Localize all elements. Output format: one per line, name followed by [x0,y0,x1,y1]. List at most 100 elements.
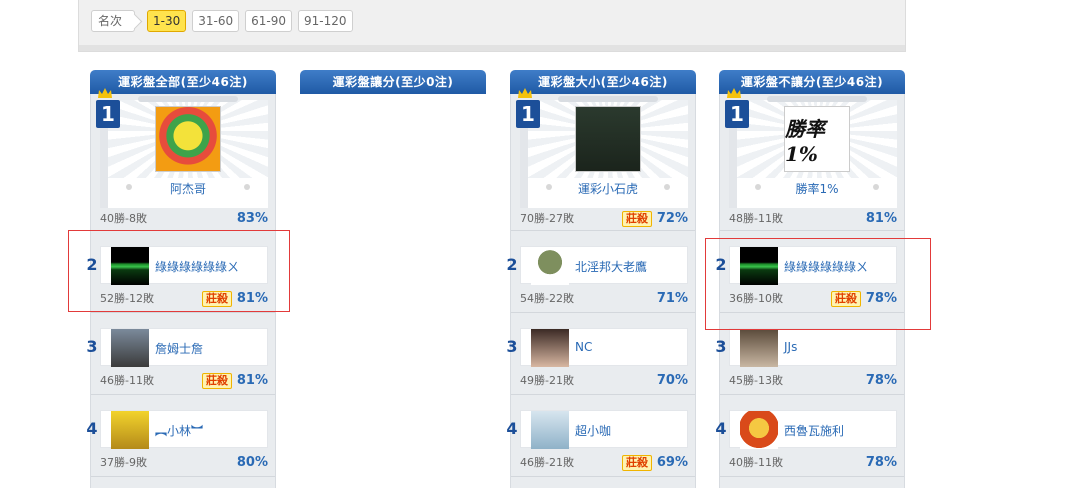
player-name[interactable]: 超小咖 [575,422,611,439]
player-name[interactable]: 運彩小石虎 [528,180,688,197]
player-stats: 45勝-13敗 78% [729,370,897,390]
rank-number: 4 [506,419,518,438]
divider [720,476,904,477]
player-stats: 54勝-22敗 71% [520,288,688,308]
player-stats: 46勝-11敗 莊殺 81% [100,370,268,390]
player-stats: 40勝-11敗 78% [729,452,897,472]
highlight-box [68,230,290,312]
banker-kill-badge: 莊殺 [622,455,652,471]
player-name[interactable]: 詹姆士詹 [155,340,203,357]
highlight-box [705,238,931,330]
leaderboard-page: 名次 1-30 31-60 61-90 91-120 運彩盤全部(至少46注) … [0,0,1080,488]
ranking-card[interactable]: 2 北淫邦大老鷹 [506,246,688,285]
column-title[interactable]: 運彩盤讓分(至少0注) [300,70,486,94]
rank-1-badge: 1 [96,100,120,128]
column-title[interactable]: 運彩盤大小(至少46注) [510,70,696,94]
divider [91,476,275,477]
win-rate: 72% [656,211,688,226]
avatar[interactable] [531,411,569,449]
avatar[interactable] [740,411,778,449]
player-name[interactable]: 勝率1% [737,180,897,197]
win-loss: 46勝-11敗 [100,374,154,387]
first-place-card[interactable]: 阿杰哥 1 [96,88,268,208]
win-rate: 78% [865,373,897,388]
player-stats: 48勝-11敗 81% [729,208,897,228]
rank-number: 3 [715,337,727,356]
win-loss: 40勝-11敗 [729,456,783,469]
avatar[interactable] [740,329,778,367]
rank-filter: 名次 1-30 31-60 61-90 91-120 [91,10,353,32]
column-body: 運彩小石虎 1 70勝-27敗 莊殺 72% 2 北淫邦大老鷹 54勝-22敗 … [506,88,696,488]
win-loss: 45勝-13敗 [729,374,783,387]
rank-filter-panel: 名次 1-30 31-60 61-90 91-120 [78,0,906,52]
avatar[interactable] [575,106,641,172]
win-rate: 78% [865,455,897,470]
avatar[interactable]: 勝率 1% [784,106,850,172]
player-stats: 46勝-21敗 莊殺 69% [520,452,688,472]
avatar[interactable] [155,106,221,172]
crown-icon [727,88,741,98]
rank-number: 2 [506,255,518,274]
rank-number: 4 [86,419,98,438]
win-rate: 71% [656,291,688,306]
first-place-card[interactable]: 勝率 1% 勝率1% 1 [725,88,897,208]
banker-kill-badge: 莊殺 [622,211,652,227]
divider [720,394,904,395]
win-loss: 70勝-27敗 [520,212,574,225]
win-loss: 54勝-22敗 [520,292,574,305]
divider [511,230,695,231]
divider [720,230,904,231]
player-stats: 70勝-27敗 莊殺 72% [520,208,688,228]
win-loss: 46勝-21敗 [520,456,574,469]
ranking-card[interactable]: 4 超小咖 [506,410,688,449]
column-title[interactable]: 運彩盤不讓分(至少46注) [719,70,905,94]
first-place-card[interactable]: 運彩小石虎 1 [516,88,688,208]
win-loss: 40勝-8敗 [100,212,147,225]
rank-number: 4 [715,419,727,438]
player-name[interactable]: NC [575,340,592,354]
rank-number: 3 [506,337,518,356]
banker-kill-badge: 莊殺 [202,373,232,389]
rank-option-61-90[interactable]: 61-90 [245,10,292,32]
player-name[interactable]: 北淫邦大老鷹 [575,258,647,275]
rank-filter-label: 名次 [91,10,136,32]
rank-option-31-60[interactable]: 31-60 [192,10,240,32]
divider [511,476,695,477]
win-rate: 83% [236,211,268,226]
avatar[interactable] [531,329,569,367]
ranking-card[interactable]: 3 詹姆士詹 [86,328,268,367]
win-loss: 48勝-11敗 [729,212,783,225]
win-rate: 70% [656,373,688,388]
player-name[interactable]: 阿杰哥 [108,180,268,197]
card-top-bar [767,96,867,102]
avatar[interactable] [111,411,149,449]
crown-icon [98,88,112,98]
ranking-card[interactable]: 4 ︻小林︼ [86,410,268,449]
win-rate: 81% [865,211,897,226]
rank-1-badge: 1 [725,100,749,128]
win-rate: 81% [236,373,268,388]
player-name[interactable]: ︻小林︼ [155,422,203,439]
avatar[interactable] [111,329,149,367]
player-name[interactable]: JJs [784,340,797,354]
win-rate: 80% [236,455,268,470]
divider [91,394,275,395]
panel-bottom-strip [79,45,905,51]
win-loss: 37勝-9敗 [100,456,147,469]
divider [91,312,275,313]
column-title[interactable]: 運彩盤全部(至少46注) [90,70,276,94]
divider [511,312,695,313]
avatar[interactable] [531,247,569,285]
rank-option-91-120[interactable]: 91-120 [298,10,353,32]
card-top-bar [558,96,658,102]
leaderboard-column-spread: 運彩盤讓分(至少0注) [300,70,486,94]
ranking-card[interactable]: 3 NC [506,328,688,367]
ranking-card[interactable]: 3 JJs [715,328,897,367]
player-name[interactable]: 西魯瓦施利 [784,422,844,439]
player-stats: 40勝-8敗 83% [100,208,268,228]
win-rate: 69% [656,455,688,470]
player-stats: 37勝-9敗 80% [100,452,268,472]
win-loss: 49勝-21敗 [520,374,574,387]
ranking-card[interactable]: 4 西魯瓦施利 [715,410,897,449]
rank-option-1-30[interactable]: 1-30 [147,10,187,32]
